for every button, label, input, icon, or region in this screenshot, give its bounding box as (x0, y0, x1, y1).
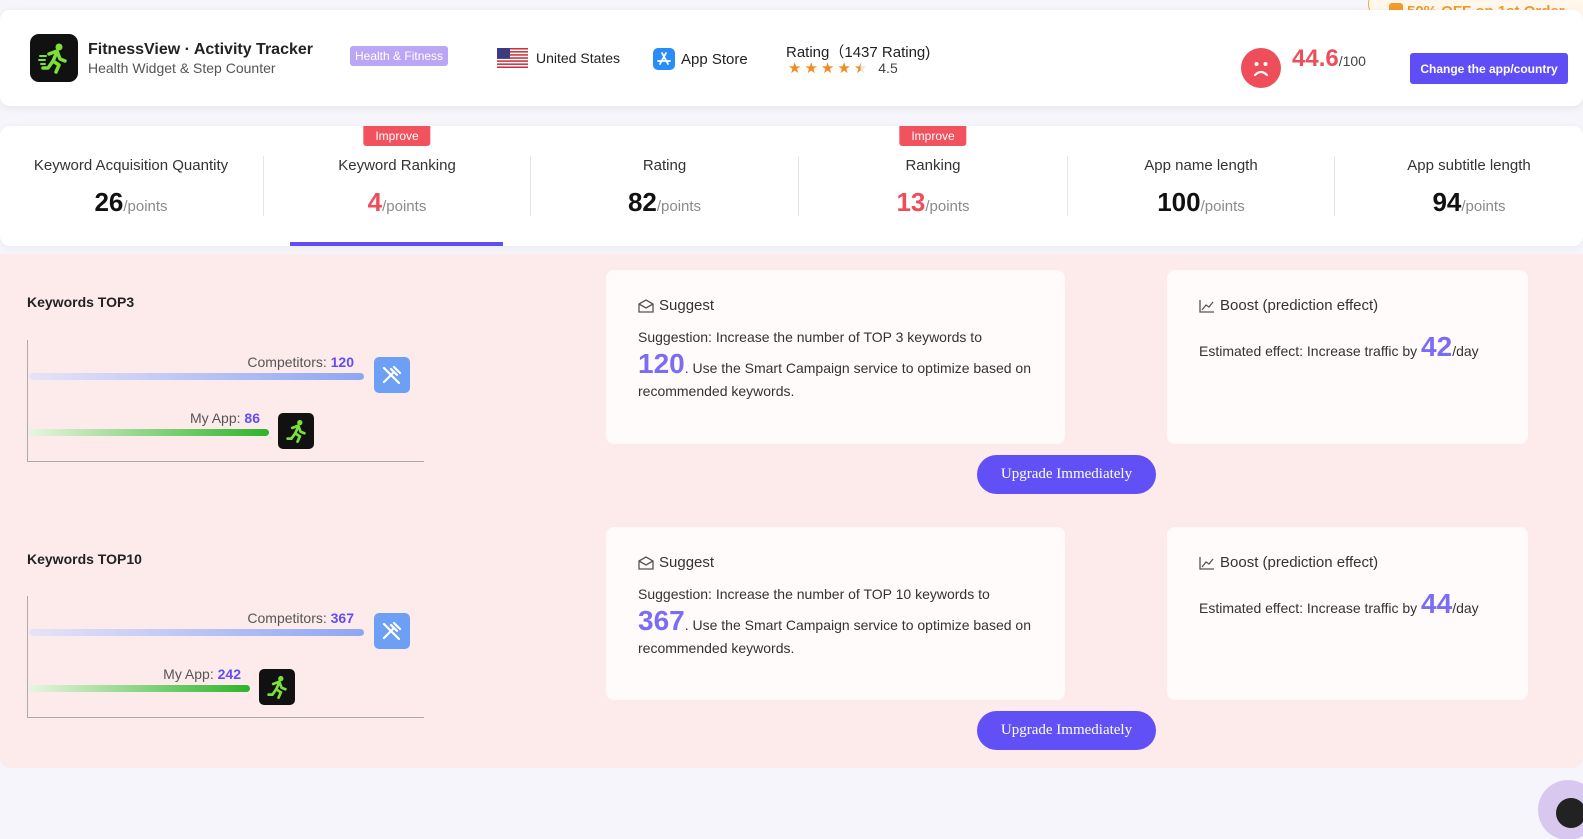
suggest-heading: Suggest (637, 297, 714, 314)
metric-value: 13/points (896, 187, 970, 217)
boost-card-top3: Boost (prediction effect) Estimated effe… (1167, 270, 1528, 444)
metric-value: 26/points (94, 187, 168, 217)
app-store-icon (653, 48, 675, 70)
tab-app-name-length[interactable]: App name length 100/points (1068, 126, 1334, 246)
improve-badge: Improve (363, 126, 431, 146)
tab-keyword-acquisition[interactable]: Keyword Acquisition Quantity 26/points (0, 126, 262, 246)
rating-title: Rating（1437 Rating) (786, 44, 931, 61)
metric-value: 100/points (1157, 187, 1245, 217)
tab-keyword-ranking[interactable]: Improve Keyword Ranking 4/points (264, 126, 530, 246)
metric-value: 4/points (367, 187, 427, 217)
metric-value: 94/points (1432, 187, 1506, 217)
star-icon: ★ (804, 59, 818, 77)
category-badge: Health & Fitness (350, 46, 449, 66)
boost-text: Estimated effect: Increase traffic by 44… (1199, 588, 1479, 619)
suggest-card-top3: Suggest Suggestion: Increase the number … (606, 270, 1065, 444)
store-selector[interactable]: App Store (653, 48, 748, 70)
competitors-bar (29, 373, 364, 380)
metric-label: Ranking (905, 157, 961, 174)
competitors-label: Competitors: 120 (247, 354, 354, 370)
my-app-label: My App: 242 (163, 666, 241, 682)
score-max: /100 (1338, 53, 1366, 69)
rating-value: 4.5 (878, 60, 898, 76)
country-label: United States (536, 50, 621, 66)
store-label: App Store (681, 50, 748, 68)
active-tab-indicator (290, 242, 503, 246)
sad-face-icon (1241, 48, 1281, 88)
metric-value: 82/points (627, 187, 702, 217)
my-app-bar (29, 685, 250, 692)
line-chart-icon (1199, 299, 1214, 313)
overall-score: 44.6/100 (1292, 45, 1366, 73)
my-app-label: My App: 86 (189, 410, 260, 426)
top3-comparison-chart: Competitors: 120 My App: 86 (27, 340, 424, 462)
suggest-card-top10: Suggest Suggestion: Increase the number … (606, 527, 1065, 700)
change-app-button[interactable]: Change the app/country (1410, 53, 1568, 84)
app-header: FitnessView · Activity Tracker Health Wi… (0, 10, 1583, 106)
competitors-bar (29, 629, 364, 636)
suggest-heading: Suggest (637, 554, 714, 571)
country-selector[interactable]: United States (497, 48, 620, 68)
app-subtitle: Health Widget & Step Counter (88, 60, 276, 76)
my-app-icon (259, 669, 295, 705)
upgrade-button-top3[interactable]: Upgrade Immediately (977, 455, 1156, 494)
chat-icon (1556, 798, 1583, 828)
competitor-icon (374, 613, 410, 649)
star-icon: ★ (788, 59, 802, 77)
metric-label: App name length (1144, 157, 1258, 174)
section-title-top3: Keywords TOP3 (27, 294, 135, 310)
competitors-label: Competitors: 367 (247, 610, 354, 626)
chat-support-button[interactable] (1538, 780, 1583, 839)
score-value: 44.6 (1292, 45, 1339, 72)
metric-label: Keyword Ranking (338, 157, 456, 174)
upgrade-button-top10[interactable]: Upgrade Immediately (977, 711, 1156, 750)
line-chart-icon (1199, 556, 1214, 570)
suggest-icon (638, 555, 654, 570)
improve-badge: Improve (899, 126, 967, 146)
metric-label: App subtitle length (1407, 157, 1531, 174)
star-icon: ★ (820, 59, 835, 77)
boost-card-top10: Boost (prediction effect) Estimated effe… (1167, 527, 1528, 700)
app-icon (30, 34, 78, 82)
boost-heading: Boost (prediction effect) (1198, 554, 1378, 571)
my-app-bar (29, 429, 269, 436)
boost-heading: Boost (prediction effect) (1198, 297, 1378, 314)
half-star-icon: ★ (853, 59, 868, 77)
boost-text: Estimated effect: Increase traffic by 42… (1199, 331, 1479, 362)
running-man-icon (38, 43, 67, 74)
star-icon: ★ (837, 59, 851, 77)
top10-comparison-chart: Competitors: 367 My App: 242 (27, 596, 424, 718)
suggest-text: Suggestion: Increase the number of TOP 3… (638, 329, 1031, 399)
app-name: FitnessView · Activity Tracker (88, 41, 313, 58)
suggest-text: Suggestion: Increase the number of TOP 1… (638, 586, 1031, 656)
metric-label: Keyword Acquisition Quantity (33, 157, 229, 174)
competitor-icon (374, 357, 410, 393)
tab-rating[interactable]: Rating 82/points (531, 126, 798, 246)
suggest-icon (638, 298, 654, 313)
section-title-top10: Keywords TOP10 (27, 551, 142, 567)
my-app-icon (278, 413, 314, 449)
rating-stars: ★ ★ ★ ★ ★ 4.5 (788, 60, 898, 76)
metrics-tabs: Keyword Acquisition Quantity 26/points I… (0, 126, 1583, 246)
metric-label: Rating (642, 157, 687, 174)
tab-app-subtitle-length[interactable]: App subtitle length 94/points (1335, 126, 1583, 246)
us-flag-icon (497, 48, 528, 68)
tab-ranking[interactable]: Improve Ranking 13/points (799, 126, 1067, 246)
keyword-ranking-detail: Keywords TOP3 Competitors: 120 My App: 8… (0, 254, 1583, 768)
